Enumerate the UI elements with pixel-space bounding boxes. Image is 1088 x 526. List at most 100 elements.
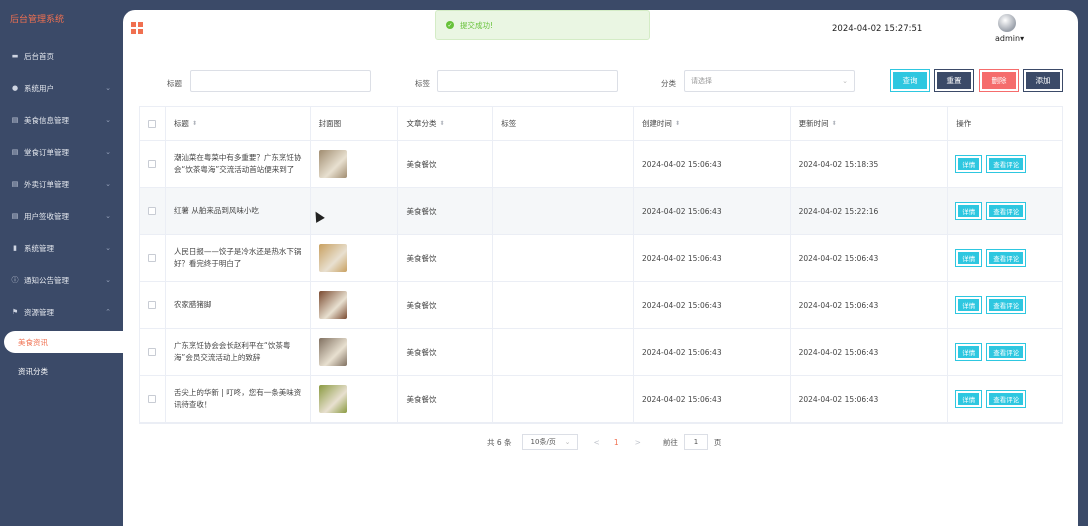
total-count: 共 6 条 — [487, 437, 512, 447]
detail-button[interactable]: 详情 — [955, 202, 983, 220]
table-header: 标题 ⬍ 封面图 文章分类 ⬍ 标签 创建时间 ⬍ 更新时间 ⬍ 操作 — [140, 107, 1062, 141]
sidebar-item-7[interactable]: ⓘ 通知公告管理 ⌄ — [0, 264, 123, 296]
detail-button[interactable]: 详情 — [955, 343, 983, 361]
sidebar-item-4[interactable]: ▤ 外卖订单管理 ⌄ — [0, 168, 123, 200]
row-checkbox[interactable] — [148, 301, 157, 309]
sidebar-subitem-0[interactable]: 美食资讯 — [4, 331, 123, 353]
page-size-select[interactable]: 10条/页 ⌄ — [521, 434, 578, 450]
sort-icon: ⬍ — [831, 120, 837, 127]
view-comments-button[interactable]: 查看评论 — [986, 202, 1027, 220]
cell-cover — [311, 235, 399, 281]
chevron-down-icon: ⌄ — [105, 276, 111, 284]
row-checkbox[interactable] — [148, 207, 157, 215]
table-row: 农家腊猪脚 美食餐饮 2024-04-02 15:06:43 2024-04-0… — [140, 282, 1062, 329]
view-comments-button[interactable]: 查看评论 — [986, 155, 1027, 173]
sidebar-item-label: 用户签收管理 — [24, 211, 69, 221]
row-checkbox[interactable] — [148, 348, 157, 356]
cell-title: 舌尖上的华新 | 叮咚，您有一条美味资讯待查收！ — [166, 376, 311, 422]
header-updated[interactable]: 更新时间 ⬍ — [791, 107, 949, 140]
sidebar-item-label: 通知公告管理 — [24, 275, 69, 285]
sidebar-item-label: 外卖订单管理 — [24, 179, 69, 189]
cell-category: 美食餐饮 — [398, 188, 494, 234]
chevron-up-icon: ⌃ — [105, 308, 111, 316]
cell-ops: 详情 查看评论 — [948, 376, 1062, 422]
cell-tag — [493, 329, 634, 375]
detail-button[interactable]: 详情 — [955, 296, 983, 314]
sidebar-subitem-1[interactable]: 资讯分类 — [0, 356, 123, 386]
menu-toggle-icon[interactable] — [131, 22, 143, 34]
category-filter-select[interactable]: 请选择 ⌄ — [684, 70, 855, 92]
header-category[interactable]: 文章分类 ⬍ — [398, 107, 494, 140]
detail-button[interactable]: 详情 — [955, 390, 983, 408]
table-row: 红薯 从舶来品到风味小吃 美食餐饮 2024-04-02 15:06:43 20… — [140, 188, 1062, 235]
header-title[interactable]: 标题 ⬍ — [166, 107, 311, 140]
avatar[interactable] — [998, 14, 1016, 32]
sidebar: 后台管理系统 ▬ 后台首页 ● 系统用户 ⌄ ▤ 美食信息管理 ⌄ ▤ 堂食订单管理 ⌄ ▤ 外卖订单管… — [0, 0, 123, 526]
select-all-checkbox[interactable] — [148, 119, 157, 128]
doc-icon: ▤ — [11, 148, 19, 156]
sidebar-item-2[interactable]: ▤ 美食信息管理 ⌄ — [0, 104, 123, 136]
cell-tag — [493, 141, 634, 187]
success-toast: ✓ 提交成功! — [435, 10, 650, 40]
page-number-current[interactable]: 1 — [614, 438, 619, 447]
view-comments-button[interactable]: 查看评论 — [986, 249, 1027, 267]
delete-button[interactable]: 删除 — [979, 69, 1019, 92]
cell-title: 农家腊猪脚 — [166, 282, 311, 328]
detail-button[interactable]: 详情 — [955, 249, 983, 267]
cell-category: 美食餐饮 — [398, 329, 494, 375]
row-checkbox[interactable] — [148, 395, 157, 403]
view-comments-button[interactable]: 查看评论 — [986, 390, 1027, 408]
row-checkbox[interactable] — [148, 254, 157, 262]
cell-created: 2024-04-02 15:06:43 — [634, 282, 791, 328]
chevron-down-icon: ⌄ — [105, 84, 111, 92]
query-button[interactable]: 查询 — [890, 69, 930, 92]
goto-page-input[interactable]: 1 — [683, 434, 708, 450]
cell-updated: 2024-04-02 15:06:43 — [791, 329, 949, 375]
category-filter-label: 分类 — [661, 79, 676, 88]
flag-icon: ⚑ — [11, 308, 19, 316]
sidebar-item-1[interactable]: ● 系统用户 ⌄ — [0, 72, 123, 104]
sidebar-item-8[interactable]: ⚑ 资源管理 ⌃ — [0, 296, 123, 328]
page-suffix: 页 — [713, 437, 722, 447]
view-comments-button[interactable]: 查看评论 — [986, 296, 1027, 314]
detail-button[interactable]: 详情 — [955, 155, 983, 173]
view-comments-button[interactable]: 查看评论 — [986, 343, 1027, 361]
cell-ops: 详情 查看评论 — [948, 188, 1062, 234]
cell-tag — [493, 376, 634, 422]
sort-icon: ⬍ — [439, 120, 445, 127]
tag-filter-input[interactable] — [437, 70, 618, 92]
sidebar-submenu: 美食资讯 资讯分类 — [0, 331, 123, 386]
doc-icon: ▤ — [11, 180, 19, 188]
sidebar-item-0[interactable]: ▬ 后台首页 — [0, 40, 123, 72]
goto-label: 前往 — [662, 437, 678, 447]
caret-down-icon: ▾ — [1020, 34, 1025, 43]
prev-page-icon[interactable]: < — [594, 438, 600, 447]
cell-category: 美食餐饮 — [398, 141, 494, 187]
reset-button[interactable]: 重置 — [934, 69, 974, 92]
header-created[interactable]: 创建时间 ⬍ — [634, 107, 791, 140]
cell-created: 2024-04-02 15:06:43 — [634, 376, 791, 422]
category-placeholder: 请选择 — [691, 77, 712, 85]
pagination: 共 6 条 10条/页 ⌄ < 1 > 前往 1 页 — [487, 434, 721, 450]
title-filter-input[interactable] — [190, 70, 371, 92]
cover-image — [318, 385, 347, 413]
chevron-down-icon: ⌄ — [105, 116, 111, 124]
cell-updated: 2024-04-02 15:06:43 — [791, 282, 949, 328]
sidebar-item-3[interactable]: ▤ 堂食订单管理 ⌄ — [0, 136, 123, 168]
chevron-down-icon: ⌄ — [564, 438, 571, 446]
cell-updated: 2024-04-02 15:22:16 — [791, 188, 949, 234]
cell-category: 美食餐饮 — [398, 235, 494, 281]
add-button[interactable]: 添加 — [1023, 69, 1063, 92]
cover-image — [318, 338, 347, 366]
sidebar-item-6[interactable]: ▮ 系统管理 ⌄ — [0, 232, 123, 264]
cell-ops: 详情 查看评论 — [948, 141, 1062, 187]
table-row: 潮汕菜在粤菜中有多重要？广东烹饪协会“饮茶粤海”交流活动首站便来到了 美食餐饮 … — [140, 141, 1062, 188]
cell-ops: 详情 查看评论 — [948, 329, 1062, 375]
doc-icon: ▤ — [11, 212, 19, 220]
watermark: CSDN @vx_CXKF10088 — [866, 497, 1041, 515]
next-page-icon[interactable]: > — [635, 438, 641, 447]
user-menu[interactable]: admin▾ — [995, 34, 1024, 43]
tag-filter-label: 标签 — [415, 79, 430, 88]
row-checkbox[interactable] — [148, 160, 157, 168]
sidebar-item-5[interactable]: ▤ 用户签收管理 ⌄ — [0, 200, 123, 232]
